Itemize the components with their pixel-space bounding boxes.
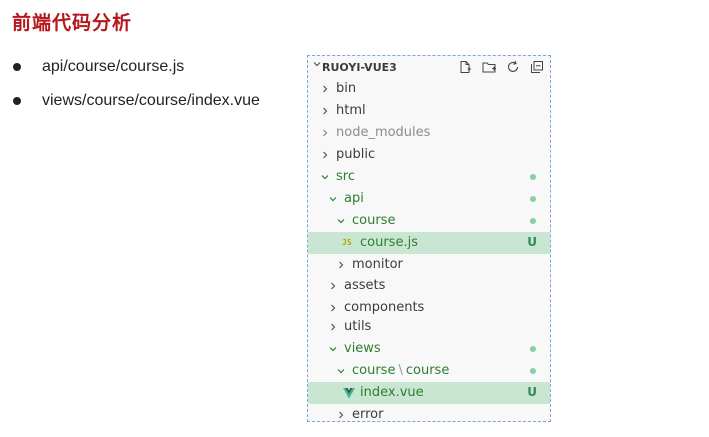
new-folder-icon[interactable] — [480, 58, 498, 76]
tree-label: monitor — [352, 257, 403, 272]
refresh-icon[interactable] — [504, 58, 522, 76]
tree-folder-public[interactable]: public — [308, 144, 550, 166]
modified-dot-icon — [530, 196, 536, 202]
chevron-down-icon — [337, 369, 345, 374]
chevron-right-icon — [323, 85, 328, 93]
js-file-icon: JS — [342, 238, 352, 247]
chevron-down-icon[interactable] — [312, 59, 322, 69]
chevron-right-icon — [331, 323, 336, 331]
page-title: 前端代码分析 — [12, 12, 133, 34]
tree-folder-utils[interactable]: utils — [308, 316, 550, 338]
tree-label-part: course — [352, 363, 396, 378]
chevron-right-icon — [323, 107, 328, 115]
bullet-text-api-path: api/course/course.js — [42, 58, 185, 75]
tree-label: views — [344, 341, 381, 356]
tree-folder-views[interactable]: views — [308, 338, 550, 360]
path-separator: \ — [398, 363, 403, 378]
file-explorer-panel: RUOYI-VUE3 bin html node_modules public … — [307, 55, 551, 422]
tree-label: html — [336, 103, 366, 118]
tree-folder-api[interactable]: api — [308, 188, 550, 210]
tree-label: src — [336, 169, 355, 184]
explorer-toolbar — [456, 58, 546, 76]
tree-label: assets — [344, 278, 386, 293]
chevron-right-icon — [323, 129, 328, 137]
tree-label: node_modules — [336, 125, 431, 140]
new-file-icon[interactable] — [456, 58, 474, 76]
modified-dot-icon — [530, 218, 536, 224]
modified-dot-icon — [530, 346, 536, 352]
chevron-right-icon — [331, 282, 336, 290]
chevron-right-icon — [323, 151, 328, 159]
bullet-dot-icon — [13, 97, 21, 105]
bullet-item: api/course/course.js — [12, 56, 260, 78]
tree-label: public — [336, 147, 376, 162]
modified-dot-icon — [530, 368, 536, 374]
tree-folder-monitor[interactable]: monitor — [308, 254, 550, 276]
bullet-text-views-path: views/course/course/index.vue — [42, 92, 260, 109]
collapse-all-icon[interactable] — [528, 58, 546, 76]
vue-file-icon — [343, 388, 355, 399]
tree-folder-node-modules[interactable]: node_modules — [308, 122, 550, 144]
chevron-down-icon — [337, 219, 345, 224]
tree-label: index.vue — [360, 385, 424, 400]
tree-folder-views-course-course[interactable]: course \ course — [308, 360, 550, 382]
tree-folder-assets[interactable]: assets — [308, 275, 550, 297]
tree-folder-bin[interactable]: bin — [308, 78, 550, 100]
tree-label-part: course — [405, 363, 450, 378]
tree-folder-src[interactable]: src — [308, 166, 550, 188]
tree-label: error — [352, 407, 384, 422]
tree-folder-html[interactable]: html — [308, 100, 550, 122]
chevron-right-icon — [339, 261, 344, 269]
bullet-item: views/course/course/index.vue — [12, 90, 260, 112]
bullet-list: api/course/course.js views/course/course… — [12, 56, 260, 124]
explorer-header[interactable]: RUOYI-VUE3 — [308, 56, 550, 78]
tree-file-index-vue[interactable]: index.vue U — [308, 382, 550, 404]
tree-label-compact: course \ course — [352, 363, 449, 378]
tree-label: utils — [344, 319, 372, 334]
tree-label: course — [352, 213, 396, 228]
chevron-down-icon — [329, 197, 337, 202]
tree-file-course-js[interactable]: JS course.js U — [308, 232, 550, 254]
explorer-title: RUOYI-VUE3 — [322, 61, 397, 74]
chevron-right-icon — [339, 411, 344, 419]
chevron-down-icon — [321, 175, 329, 180]
chevron-down-icon — [329, 347, 337, 352]
untracked-badge: U — [527, 235, 537, 249]
tree-label: course.js — [360, 235, 418, 250]
chevron-right-icon — [331, 304, 336, 312]
tree-label: api — [344, 191, 364, 206]
untracked-badge: U — [527, 385, 537, 399]
tree-folder-api-course[interactable]: course — [308, 210, 550, 232]
tree-label: bin — [336, 81, 357, 96]
bullet-dot-icon — [13, 63, 21, 71]
tree-label: components — [344, 300, 425, 315]
modified-dot-icon — [530, 174, 536, 180]
tree-folder-error[interactable]: error — [308, 404, 550, 422]
